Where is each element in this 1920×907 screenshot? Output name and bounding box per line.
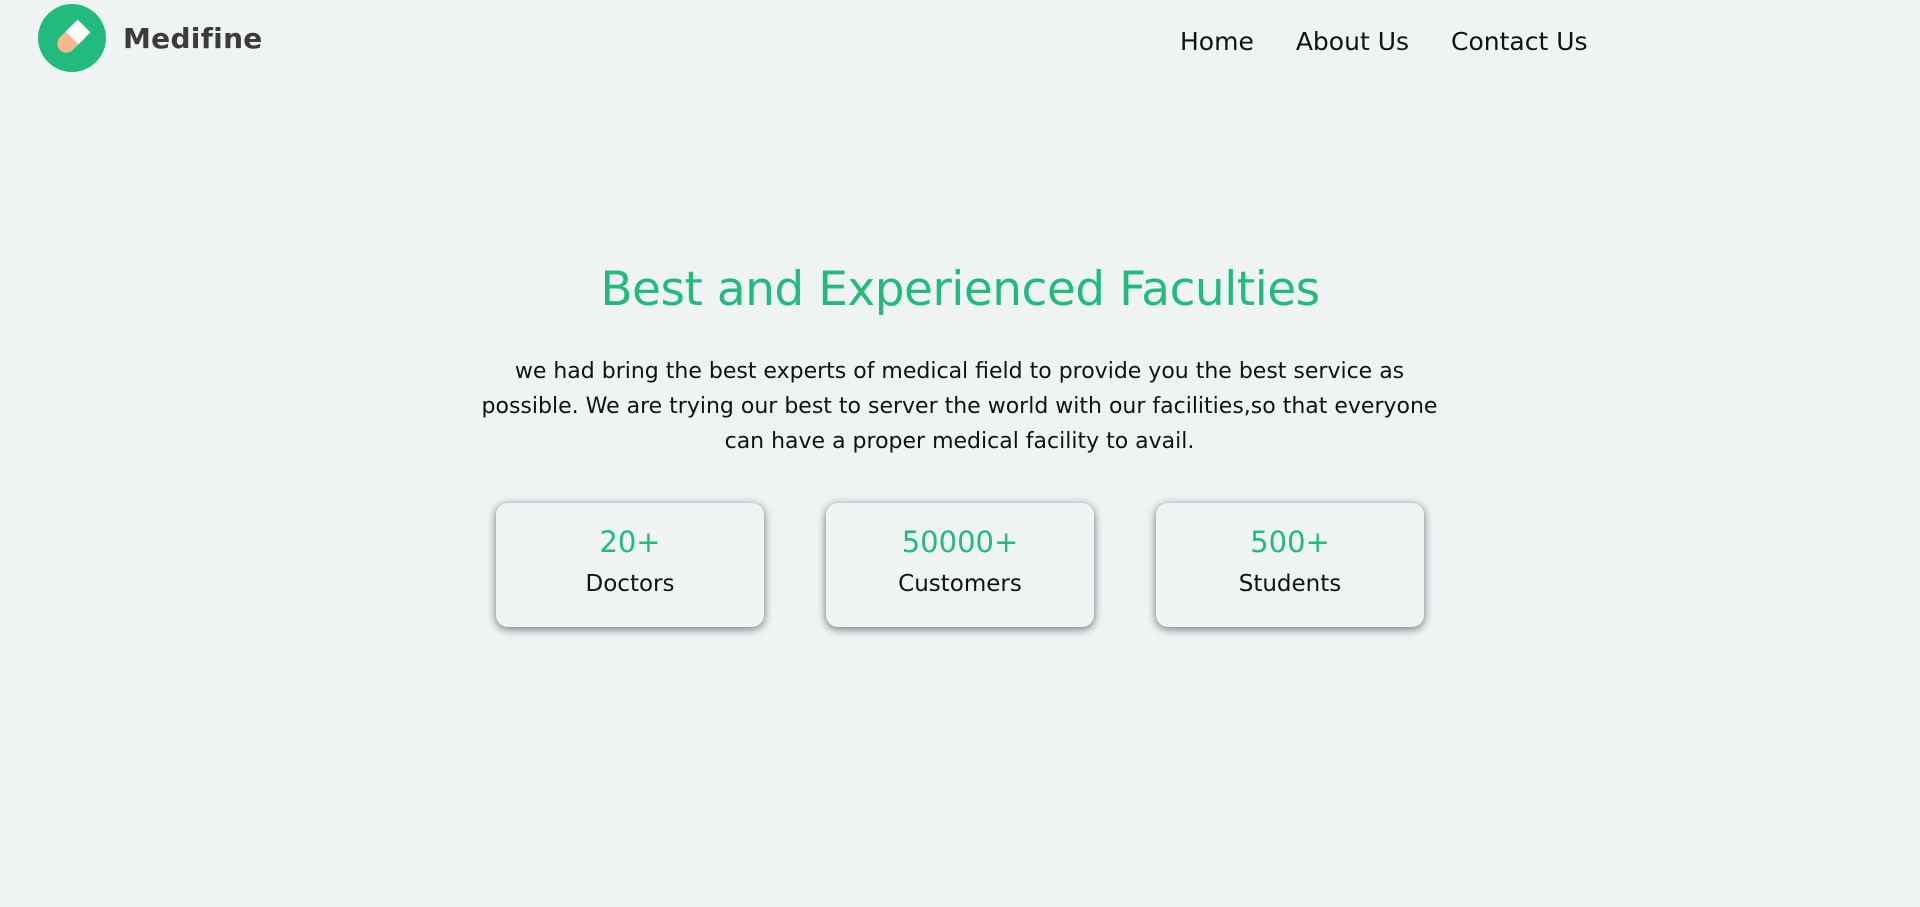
hero-description: we had bring the best experts of medical…	[481, 359, 1438, 454]
nav-contact-us[interactable]: Contact Us	[1451, 27, 1588, 56]
stat-card-students: 500+ Students	[1156, 503, 1424, 627]
stat-label: Students	[1238, 571, 1342, 597]
nav-home[interactable]: Home	[1180, 27, 1254, 56]
stat-value: 50000+	[901, 525, 1019, 559]
brand-name: Medifine	[123, 21, 263, 55]
stat-value: 20+	[599, 525, 661, 559]
main-nav: Home About Us Contact Us	[1180, 22, 1588, 60]
brand-logo-link[interactable]: Medifine	[38, 4, 263, 72]
stat-label: Doctors	[585, 571, 675, 597]
stat-label: Customers	[898, 571, 1022, 597]
stat-card-customers: 50000+ Customers	[826, 503, 1094, 627]
pill-icon	[38, 4, 106, 72]
nav-about-us[interactable]: About Us	[1296, 27, 1409, 56]
stat-card-doctors: 20+ Doctors	[496, 503, 764, 627]
hero-title: Best and Experienced Faculties	[600, 262, 1320, 317]
stat-value: 500+	[1250, 525, 1330, 559]
site-header: Medifine Home About Us Contact Us	[0, 0, 1920, 84]
